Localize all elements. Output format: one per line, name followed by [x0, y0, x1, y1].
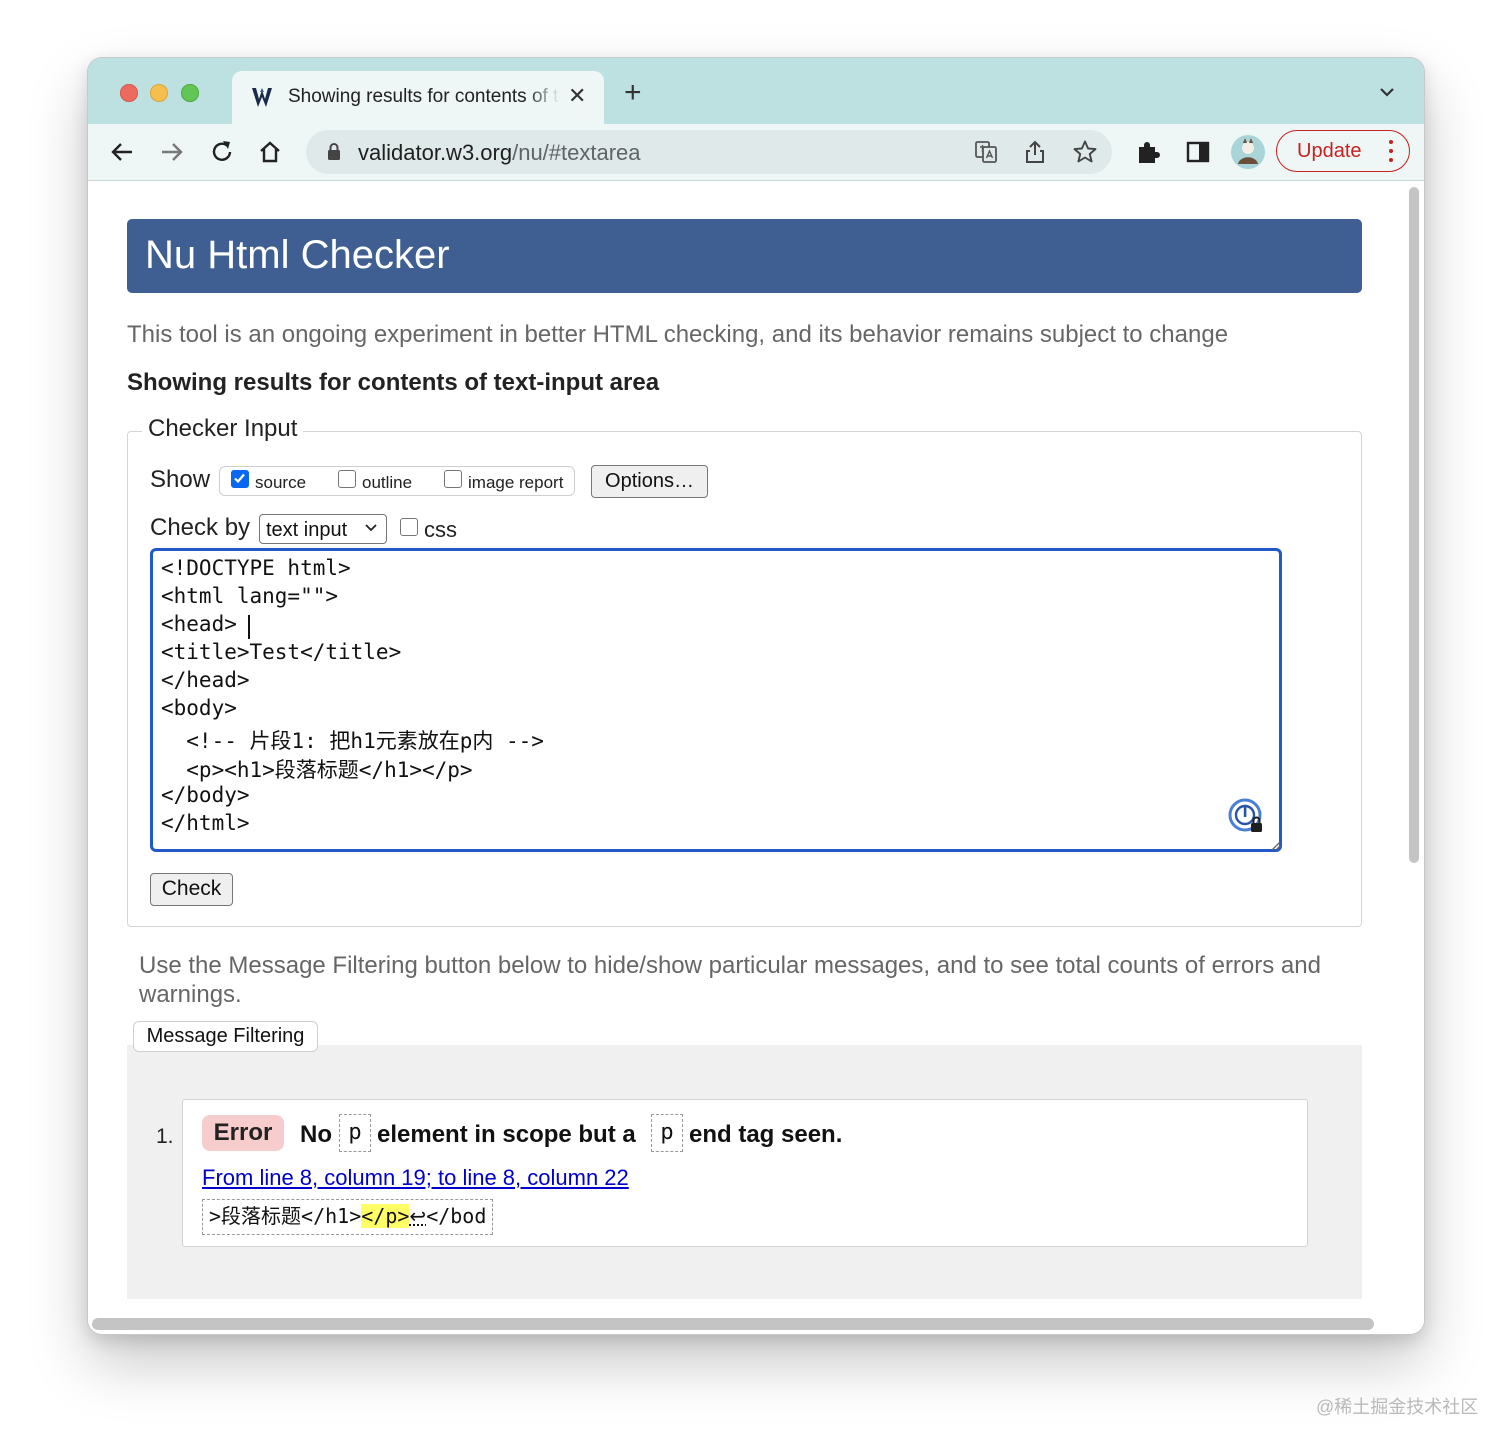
- message-text-part: No: [300, 1121, 332, 1148]
- extract-highlight: </p>: [361, 1204, 410, 1228]
- forward-arrow-icon[interactable]: [158, 138, 186, 166]
- page-header-banner: Nu Html Checker: [127, 219, 1362, 293]
- browser-update-button[interactable]: Update: [1276, 130, 1410, 172]
- intro-text: This tool is an ongoing experiment in be…: [127, 321, 1229, 348]
- source-line: </html>: [161, 811, 250, 835]
- w3c-validator-favicon-icon: [252, 88, 272, 107]
- vertical-scrollbar-thumb[interactable]: [1409, 187, 1419, 863]
- outline-checkbox-label[interactable]: outline: [362, 473, 412, 493]
- tab-title: Showing results for contents of text-inp…: [288, 86, 560, 107]
- extract-after: </bod: [426, 1204, 487, 1228]
- source-line: <!-- 片段1: 把h1元素放在p内 -->: [161, 729, 544, 753]
- message-text-part: element in scope but a: [377, 1121, 636, 1148]
- check-button-label: Check: [161, 877, 222, 900]
- zoom-window-button[interactable]: [181, 84, 199, 102]
- source-line: </head>: [161, 668, 250, 692]
- source-line: <!DOCTYPE html>: [161, 556, 351, 580]
- check-button[interactable]: Check: [150, 873, 233, 906]
- message-text-part: end tag seen.: [689, 1121, 843, 1148]
- browser-window: Showing results for contents of text-inp…: [88, 58, 1424, 1334]
- extract-before: >段落标题</h1>: [209, 1204, 362, 1228]
- translate-icon[interactable]: [974, 140, 998, 164]
- reload-icon[interactable]: [208, 138, 236, 166]
- page-viewport: Nu Html Checker This tool is an ongoing …: [88, 181, 1424, 1334]
- outline-checkbox[interactable]: [338, 470, 356, 488]
- source-line: <body>: [161, 696, 237, 720]
- address-bar[interactable]: validator.w3.org/nu/#textarea: [306, 130, 1112, 174]
- source-line: <title>Test</title>: [161, 640, 402, 664]
- check-by-select[interactable]: text input: [259, 514, 387, 544]
- share-icon[interactable]: [1024, 139, 1046, 165]
- checker-input-legend: Checker Input: [142, 415, 304, 443]
- message-code-element: p: [651, 1114, 683, 1152]
- extensions-puzzle-icon[interactable]: [1134, 138, 1162, 166]
- lock-icon[interactable]: [326, 142, 342, 162]
- message-number: 1.: [156, 1125, 174, 1148]
- active-tab[interactable]: Showing results for contents of text-inp…: [232, 71, 604, 125]
- checkmark-icon: [234, 473, 245, 484]
- tab-search-chevron-down-icon[interactable]: [1378, 86, 1396, 98]
- home-icon[interactable]: [256, 138, 284, 166]
- source-line: <head>: [161, 612, 237, 636]
- profile-avatar[interactable]: [1230, 134, 1266, 170]
- kebab-menu-icon[interactable]: [1389, 139, 1393, 163]
- resize-grip-icon[interactable]: [1269, 839, 1281, 851]
- minimize-window-button[interactable]: [150, 84, 168, 102]
- url-text[interactable]: validator.w3.org/nu/#textarea: [358, 140, 641, 166]
- title-bar: Showing results for contents of text-inp…: [88, 58, 1424, 125]
- source-extract: >段落标题</h1></p>↩</bod: [202, 1199, 494, 1235]
- source-checkbox-label[interactable]: source: [255, 473, 306, 493]
- error-type-label: Error: [213, 1119, 273, 1146]
- bookmark-star-icon[interactable]: [1072, 139, 1098, 165]
- message-filtering-button-label: Message Filtering: [146, 1025, 305, 1047]
- message-filtering-note: Use the Message Filtering button below t…: [139, 952, 1321, 1008]
- grammar-checker-lock-icon[interactable]: [1227, 797, 1267, 837]
- source-line: <p><h1>段落标题</h1></p>: [161, 758, 473, 782]
- update-label: Update: [1297, 140, 1362, 162]
- source-line: </body>: [161, 783, 250, 807]
- results-heading: Showing results for contents of text-inp…: [127, 369, 660, 396]
- close-window-button[interactable]: [120, 84, 138, 102]
- linefeed-marker: ↩: [409, 1206, 427, 1228]
- check-by-label: Check by: [150, 514, 251, 541]
- back-arrow-icon[interactable]: [108, 138, 136, 166]
- options-button-label: Options…: [605, 470, 694, 492]
- message-filtering-button[interactable]: Message Filtering: [133, 1021, 318, 1052]
- css-checkbox[interactable]: [400, 518, 418, 536]
- tab-close-icon[interactable]: ✕: [568, 83, 586, 109]
- source-textarea[interactable]: <!DOCTYPE html> <html lang=""> <head> <t…: [150, 548, 1282, 852]
- chevron-down-icon: [365, 524, 377, 532]
- text-caret: [248, 615, 250, 639]
- show-label: Show: [150, 466, 211, 493]
- source-line: <html lang="">: [161, 584, 339, 608]
- image-report-checkbox[interactable]: [444, 470, 462, 488]
- options-button[interactable]: Options…: [591, 465, 708, 498]
- error-location-link[interactable]: From line 8, column 19; to line 8, colum…: [202, 1165, 629, 1191]
- horizontal-scrollbar-thumb[interactable]: [92, 1318, 1374, 1330]
- browser-toolbar: validator.w3.org/nu/#textarea Update: [88, 124, 1424, 181]
- message-code-element: p: [339, 1114, 371, 1152]
- check-by-select-value: text input: [266, 519, 348, 541]
- css-checkbox-label[interactable]: css: [424, 517, 457, 543]
- error-type-badge: Error: [202, 1115, 284, 1151]
- page-title: Nu Html Checker: [145, 233, 450, 277]
- image-report-checkbox-label[interactable]: image report: [468, 473, 563, 493]
- new-tab-icon[interactable]: +: [624, 78, 642, 108]
- source-checkbox[interactable]: [231, 470, 249, 488]
- watermark: @稀土掘金技术社区: [1316, 1397, 1479, 1417]
- side-panel-icon[interactable]: [1184, 138, 1212, 166]
